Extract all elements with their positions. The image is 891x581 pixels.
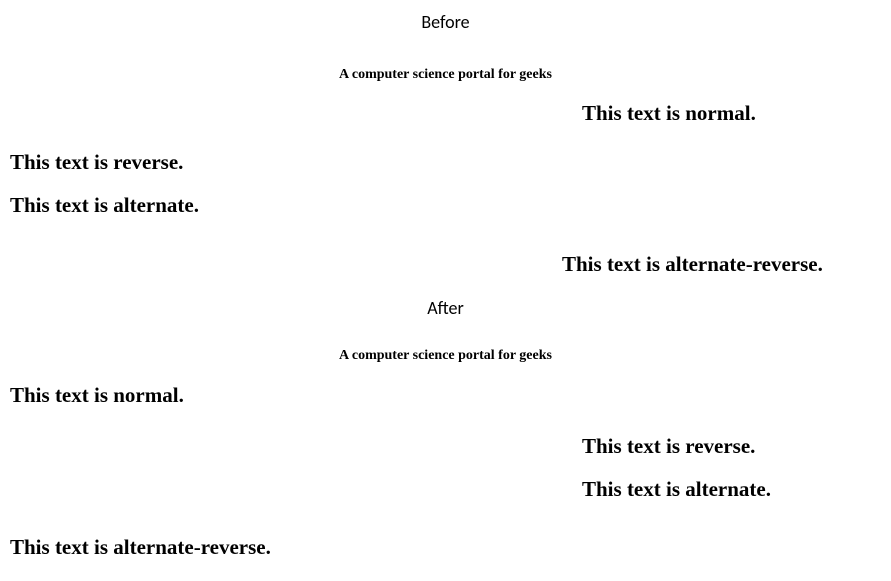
after-text-alternate-reverse: This text is alternate-reverse. [10, 535, 271, 560]
after-heading: After [0, 297, 891, 319]
after-text-normal: This text is normal. [10, 383, 184, 408]
before-text-alternate-reverse: This text is alternate-reverse. [562, 252, 823, 277]
before-subtitle: A computer science portal for geeks [0, 67, 891, 83]
after-text-reverse: This text is reverse. [582, 434, 755, 459]
before-heading: Before [0, 11, 891, 33]
before-text-normal: This text is normal. [582, 101, 756, 126]
before-text-alternate: This text is alternate. [10, 193, 199, 218]
after-subtitle: A computer science portal for geeks [0, 348, 891, 364]
before-text-reverse: This text is reverse. [10, 150, 183, 175]
after-text-alternate: This text is alternate. [582, 477, 771, 502]
